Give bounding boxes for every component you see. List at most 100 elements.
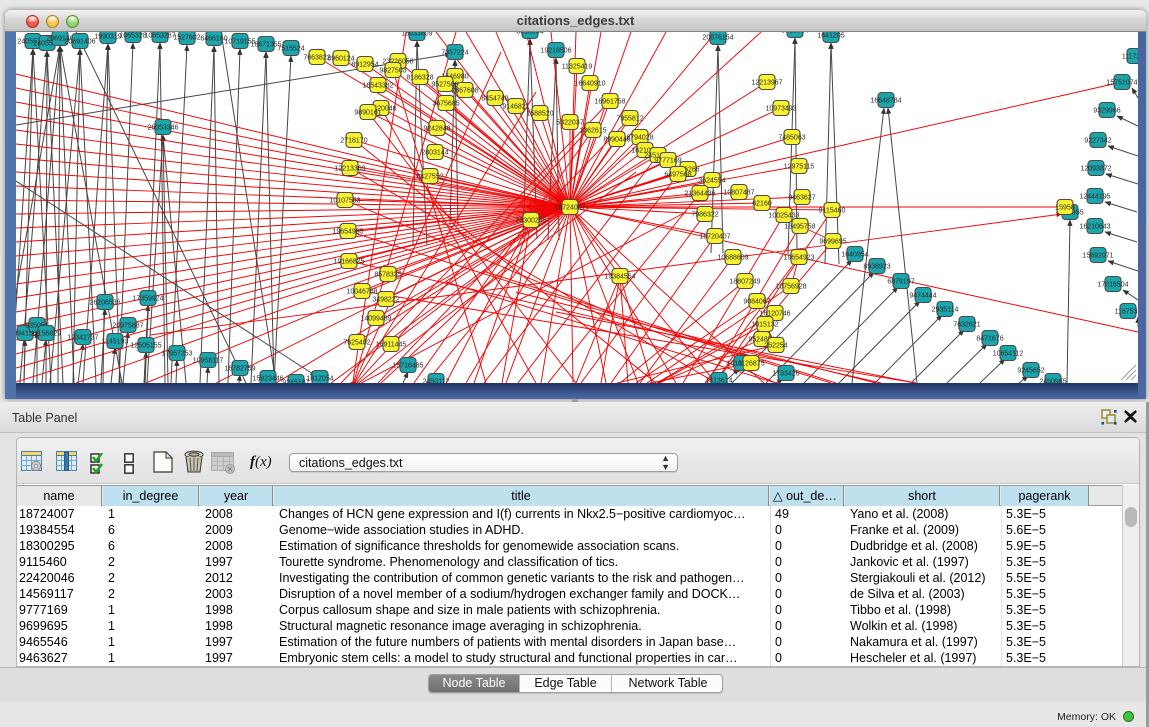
svg-text:9242848: 9242848 [423, 125, 450, 132]
svg-text:1362615: 1362615 [579, 127, 606, 134]
svg-text:3498222: 3498222 [372, 296, 399, 303]
svg-text:15751074: 15751074 [1106, 79, 1137, 86]
svg-text:1640954: 1640954 [841, 251, 868, 258]
svg-text:7632621: 7632621 [953, 321, 980, 328]
svg-text:9115460: 9115460 [819, 207, 846, 214]
svg-text:12975115: 12975115 [784, 163, 815, 170]
svg-text:1588520: 1588520 [526, 110, 553, 117]
svg-text:18495758: 18495758 [784, 223, 815, 230]
svg-text:7625402: 7625402 [343, 339, 370, 346]
svg-text:8186328: 8186328 [406, 74, 433, 81]
svg-text:17016504: 17016504 [1097, 281, 1128, 288]
svg-text:9699695: 9699695 [819, 238, 846, 245]
svg-text:15958: 15958 [1055, 204, 1075, 211]
svg-text:12444195: 12444195 [1079, 193, 1110, 200]
svg-text:10654112: 10654112 [993, 350, 1024, 357]
svg-text:252254: 252254 [764, 342, 787, 349]
svg-text:4126875: 4126875 [737, 360, 764, 367]
svg-text:1145193: 1145193 [102, 338, 129, 345]
svg-text:12213967: 12213967 [751, 79, 782, 86]
svg-text:21364436: 21364436 [684, 190, 715, 197]
svg-text:8912954: 8912954 [351, 61, 378, 68]
svg-text:11325419: 11325419 [562, 63, 593, 70]
svg-text:9827503: 9827503 [379, 67, 406, 74]
svg-text:15716485: 15716485 [392, 362, 423, 369]
svg-text:1527602: 1527602 [173, 34, 200, 41]
svg-text:1733426: 1733426 [772, 370, 799, 377]
svg-text:19384554: 19384554 [604, 273, 635, 280]
svg-text:9474444: 9474444 [909, 292, 936, 299]
svg-text:19166825: 19166825 [333, 258, 364, 265]
svg-text:9245652: 9245652 [1017, 367, 1044, 374]
svg-text:10046788: 10046788 [346, 288, 377, 295]
svg-text:9890161: 9890161 [354, 109, 381, 116]
svg-text:14099489: 14099489 [360, 315, 391, 322]
svg-text:1990319: 1990319 [94, 33, 121, 40]
svg-text:6794028: 6794028 [626, 134, 653, 141]
svg-text:17957253: 17957253 [161, 350, 192, 357]
svg-text:16648784: 16648784 [870, 97, 901, 104]
svg-text:15720407: 15720407 [699, 233, 730, 240]
svg-text:9463627: 9463627 [788, 194, 815, 201]
svg-text:8427552: 8427552 [416, 173, 443, 180]
svg-text:15692071: 15692071 [1082, 252, 1113, 259]
svg-text:9146821: 9146821 [502, 103, 529, 110]
svg-text:1065328: 1065328 [119, 32, 146, 39]
svg-text:17359924: 17359924 [132, 295, 163, 302]
svg-text:12505155: 12505155 [130, 342, 161, 349]
svg-text:62160: 62160 [752, 200, 772, 207]
svg-text:10807487: 10807487 [723, 189, 754, 196]
svg-text:8813054: 8813054 [781, 32, 808, 34]
svg-text:9777169: 9777169 [654, 157, 681, 164]
svg-text:12342737: 12342737 [67, 334, 98, 341]
svg-text:6879197: 6879197 [887, 278, 914, 285]
svg-text:7986322: 7986322 [691, 211, 718, 218]
svg-text:8471676: 8471676 [976, 335, 1003, 342]
svg-text:7955812: 7955812 [616, 115, 643, 122]
svg-text:10756928: 10756928 [775, 283, 806, 290]
svg-text:1117205: 1117205 [1122, 53, 1138, 60]
svg-text:9329966: 9329966 [1093, 107, 1120, 114]
svg-text:5322037: 5322037 [556, 119, 583, 126]
svg-text:7485063: 7485063 [778, 134, 805, 141]
svg-text:6497568: 6497568 [664, 171, 691, 178]
svg-text:19654985: 19654985 [332, 228, 363, 235]
svg-text:10107553: 10107553 [329, 197, 360, 204]
svg-text:10973493: 10973493 [765, 105, 796, 112]
svg-text:1812054: 1812054 [306, 375, 333, 382]
svg-text:9227342: 9227342 [1084, 137, 1111, 144]
svg-text:15923446: 15923446 [252, 375, 283, 382]
svg-text:11156829: 11156829 [31, 330, 61, 337]
svg-text:10653287: 10653287 [144, 32, 175, 39]
svg-text:25300295: 25300295 [515, 217, 546, 224]
svg-text:3624554: 3624554 [698, 177, 725, 184]
svg-text:1015132: 1015132 [751, 321, 778, 328]
svg-text:16961758: 16961758 [594, 98, 625, 105]
svg-text:2803144: 2803144 [421, 149, 448, 156]
svg-text:18724007: 18724007 [554, 204, 585, 211]
svg-text:8938923: 8938923 [863, 263, 890, 270]
svg-text:7515524: 7515524 [277, 45, 304, 52]
svg-text:12213369: 12213369 [334, 165, 365, 172]
svg-text:26053346: 26053346 [147, 124, 178, 131]
svg-text:16543382: 16543382 [362, 82, 393, 89]
svg-text:16782759: 16782759 [224, 365, 255, 372]
svg-text:1641205: 1641205 [817, 32, 844, 39]
svg-text:1167533: 1167533 [1115, 308, 1138, 315]
svg-text:20691406: 20691406 [64, 38, 95, 45]
svg-text:8454749: 8454749 [481, 95, 508, 102]
svg-text:16911445: 16911445 [376, 341, 407, 348]
svg-text:8813054: 8813054 [516, 32, 543, 35]
svg-text:9084067: 9084067 [743, 298, 770, 305]
svg-text:26206536: 26206536 [89, 299, 120, 306]
svg-text:2867608: 2867608 [451, 87, 478, 94]
svg-text:20975887: 20975887 [112, 322, 143, 329]
svg-text:18807249: 18807249 [729, 278, 760, 285]
svg-text:2935114: 2935114 [932, 306, 959, 313]
svg-text:19218506: 19218506 [540, 47, 571, 54]
svg-text:10688609: 10688609 [717, 254, 748, 261]
svg-text:20876154: 20876154 [702, 34, 733, 41]
svg-text:16033809: 16033809 [401, 32, 432, 37]
svg-text:16640910: 16640910 [574, 80, 605, 87]
svg-text:10958117: 10958117 [193, 357, 224, 364]
